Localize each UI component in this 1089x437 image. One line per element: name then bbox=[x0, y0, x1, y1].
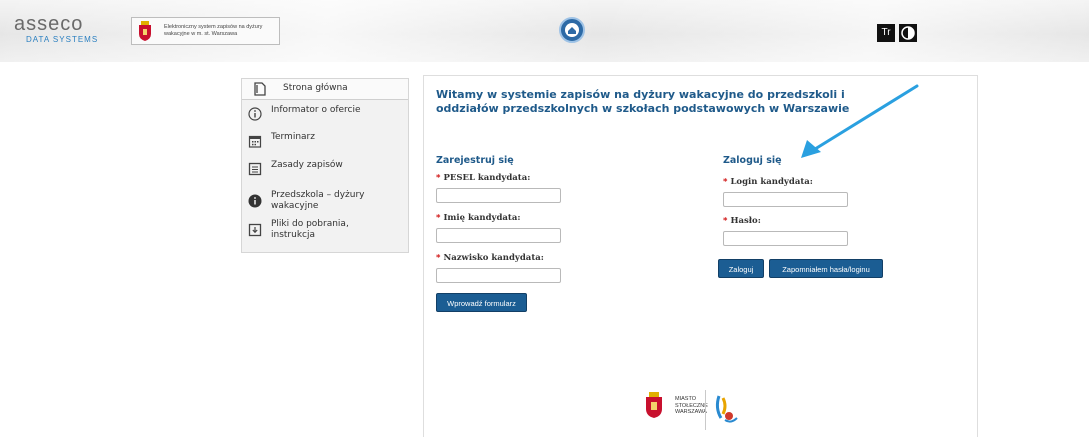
warsaw-brand-icon bbox=[715, 395, 738, 423]
required-mark: * bbox=[436, 213, 441, 223]
required-mark: * bbox=[723, 177, 728, 187]
sidebar-item-label: Pliki do pobrania, instrukcja bbox=[271, 219, 349, 240]
svg-text:asseco: asseco bbox=[14, 13, 83, 35]
pesel-input[interactable] bbox=[436, 188, 561, 203]
contrast-icon bbox=[901, 26, 915, 40]
login-label: * Login kandydata: bbox=[723, 177, 813, 187]
sidebar-item-przedszkola[interactable]: Przedszkola – dyżury wakacyjne bbox=[242, 186, 408, 214]
sidebar-item-label: Przedszkola – dyżury wakacyjne bbox=[271, 190, 365, 211]
contrast-button[interactable] bbox=[899, 24, 917, 42]
footer-logos: MIASTO STOŁECZNE WARSZAWA bbox=[641, 388, 761, 434]
asseco-logo-mark: asseco bbox=[14, 13, 83, 35]
info-outline-icon bbox=[248, 107, 262, 121]
annotation-arrow-icon bbox=[801, 84, 919, 158]
sidebar-item-label: Strona główna bbox=[283, 83, 348, 93]
login-heading: Zaloguj się bbox=[723, 155, 782, 166]
home-button[interactable] bbox=[559, 17, 585, 43]
required-mark: * bbox=[436, 253, 441, 263]
font-size-button[interactable]: Tr bbox=[877, 24, 895, 42]
sidebar-item-zasady[interactable]: Zasady zapisów bbox=[242, 158, 408, 182]
logo-subtitle: DATA SYSTEMS bbox=[26, 35, 99, 44]
forgot-password-button[interactable]: Zapomniałem hasła/loginu bbox=[769, 259, 883, 278]
pesel-label: * PESEL kandydata: bbox=[436, 173, 531, 183]
last-name-label: * Nazwisko kandydata: bbox=[436, 253, 544, 263]
warsaw-crest-icon bbox=[646, 392, 662, 418]
top-header: asseco DATA SYSTEMS Elektroniczny system… bbox=[0, 0, 1089, 62]
asseco-logo[interactable]: asseco DATA SYSTEMS bbox=[14, 13, 124, 47]
submit-form-button[interactable]: Wprowadź formularz bbox=[436, 293, 527, 312]
sidebar-item-pliki[interactable]: Pliki do pobrania, instrukcja bbox=[242, 218, 408, 248]
system-title: Elektroniczny system zapisów na dyżury w… bbox=[164, 24, 263, 37]
required-mark: * bbox=[436, 173, 441, 183]
sidebar-item-label: Zasady zapisów bbox=[271, 160, 343, 170]
sidebar-item-informator[interactable]: Informator o ofercie bbox=[242, 101, 408, 125]
required-mark: * bbox=[723, 216, 728, 226]
first-name-input[interactable] bbox=[436, 228, 561, 243]
warsaw-crest-icon bbox=[139, 21, 151, 41]
sidebar-item-label: Informator o ofercie bbox=[271, 105, 361, 115]
footer-divider bbox=[705, 390, 706, 430]
password-input[interactable] bbox=[723, 231, 848, 246]
system-title-box: Elektroniczny system zapisów na dyżury w… bbox=[131, 17, 280, 45]
login-button[interactable]: Zaloguj bbox=[718, 259, 764, 278]
sidebar-item-home[interactable]: Strona główna bbox=[242, 79, 408, 100]
register-heading: Zarejestruj się bbox=[436, 155, 514, 166]
page-icon bbox=[254, 82, 266, 96]
first-name-label: * Imię kandydata: bbox=[436, 213, 521, 223]
login-input[interactable] bbox=[723, 192, 848, 207]
last-name-input[interactable] bbox=[436, 268, 561, 283]
list-icon bbox=[248, 162, 262, 176]
city-name: MIASTO STOŁECZNE WARSZAWA bbox=[675, 396, 708, 415]
download-icon bbox=[248, 223, 262, 237]
sidebar-nav: Strona główna Informator o ofercie Termi… bbox=[241, 78, 409, 253]
info-filled-icon bbox=[248, 194, 262, 208]
sidebar-item-label: Terminarz bbox=[271, 132, 315, 142]
password-label: * Hasło: bbox=[723, 216, 761, 226]
sidebar-item-terminarz[interactable]: Terminarz bbox=[242, 130, 408, 154]
calendar-icon bbox=[248, 135, 262, 148]
